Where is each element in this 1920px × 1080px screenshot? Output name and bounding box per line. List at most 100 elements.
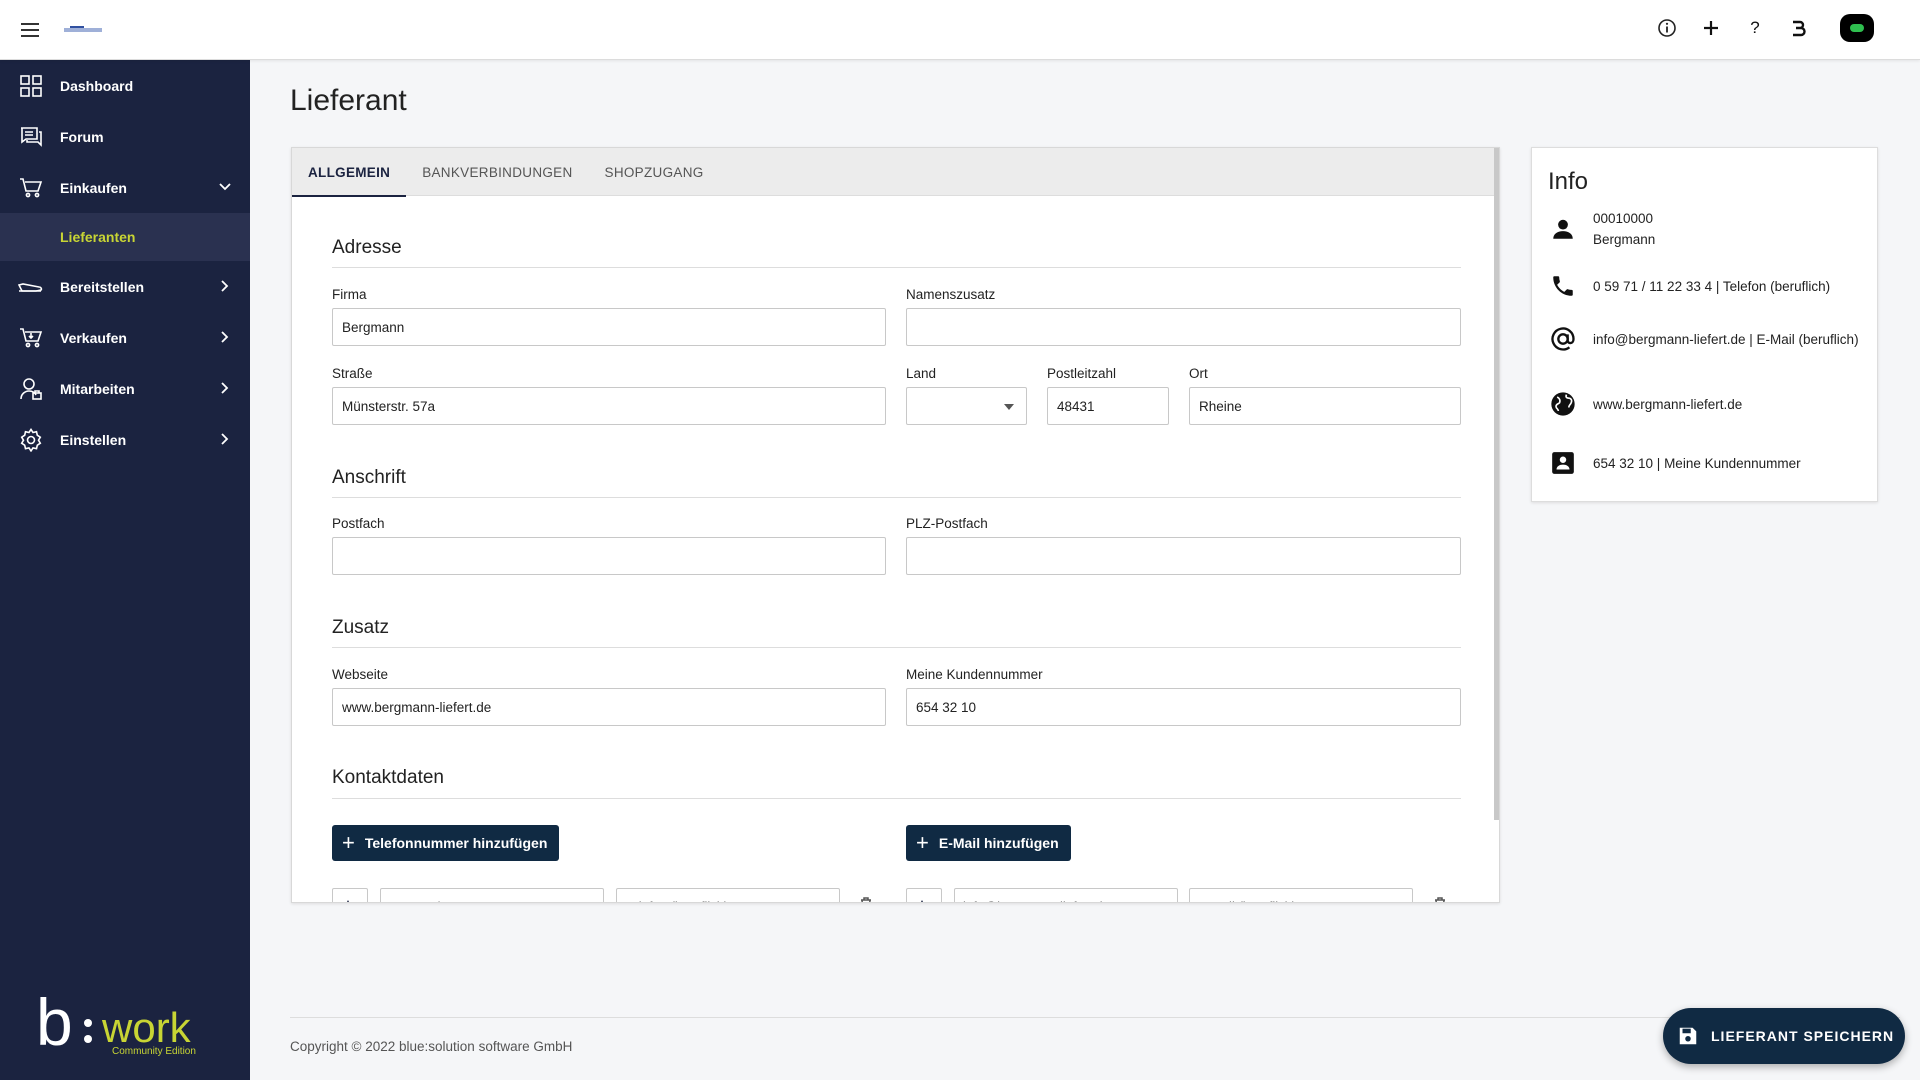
add-email-label: E-Mail hinzufügen [938, 835, 1059, 851]
tab-bar: ALLGEMEIN BANKVERBINDUNGEN SHOPZUGANG [292, 148, 1499, 197]
divider [332, 798, 1461, 799]
copyright: Copyright © 2022 blue:solution software … [290, 1039, 573, 1054]
info-customer-text: 654 32 10 | Meine Kundennummer [1593, 455, 1801, 471]
sidebar: Dashboard Forum Einkaufen Lieferanten Be… [0, 60, 250, 1080]
chevron-down-icon [219, 183, 231, 191]
save-supplier-button[interactable]: LIEFERANT SPEICHERN [1663, 1008, 1905, 1064]
chevron-right-icon [221, 382, 229, 394]
svg-text:work: work [101, 1004, 192, 1051]
namenszusatz-label: Namenszusatz [906, 287, 996, 302]
employee-icon [18, 376, 44, 402]
postfach-label: Postfach [332, 516, 385, 531]
sidebar-item-lieferanten[interactable]: Lieferanten [0, 213, 250, 261]
tab-shopzugang[interactable]: SHOPZUGANG [589, 148, 720, 196]
postleitzahl-label: Postleitzahl [1047, 366, 1117, 381]
email-type-select[interactable]: E-Mail (beruflich) [1189, 888, 1413, 902]
info-title: Info [1548, 168, 1589, 195]
webseite-input[interactable] [332, 688, 886, 726]
scrollbar[interactable] [1494, 148, 1499, 820]
plz-postfach-label: PLZ-Postfach [906, 516, 988, 531]
phone-type-select[interactable]: Telefon (beruflich) [616, 888, 840, 902]
sidebar-item-label: Bereitstellen [60, 278, 145, 295]
phone-primary-star-button[interactable] [332, 888, 368, 902]
divider [332, 267, 1461, 268]
section-title-adresse: Adresse [332, 237, 402, 258]
star-icon [347, 900, 349, 902]
at-sign-icon [1548, 324, 1578, 354]
info-card: Info 00010000 Bergmann 0 59 71 / 11 22 3… [1531, 147, 1878, 502]
sidebar-item-einkaufen[interactable]: Einkaufen [0, 162, 250, 213]
sidebar-item-label: Dashboard [60, 77, 134, 94]
email-address-input[interactable]: info@bergmann-liefert.de [954, 888, 1178, 902]
postfach-input[interactable] [332, 537, 886, 575]
info-row-web: www.bergmann-liefert.de [1548, 389, 1868, 419]
section-title-kontaktdaten: Kontaktdaten [332, 767, 444, 788]
plus-icon: + [916, 830, 929, 855]
info-row-customer: 654 32 10 | Meine Kundennummer [1548, 448, 1868, 478]
sidebar-item-bereitstellen[interactable]: Bereitstellen [0, 261, 250, 312]
page-title: Lieferant [290, 84, 407, 117]
add-phone-button[interactable]: + Telefonnummer hinzufügen [332, 825, 560, 861]
add-phone-label: Telefonnummer hinzufügen [364, 835, 548, 851]
info-phone-text: 0 59 71 / 11 22 33 4 | Telefon (beruflic… [1593, 278, 1831, 294]
land-select[interactable] [906, 387, 1027, 425]
info-icon[interactable] [1656, 17, 1678, 39]
sidebar-item-forum[interactable]: Forum [0, 111, 250, 162]
bwork-brand-logo: b work Community Edition [36, 985, 216, 1059]
sell-cart-icon [18, 325, 44, 351]
phone-number-input[interactable]: 0 59 71 / 11 22 33 4 [380, 888, 604, 902]
tab-allgemein[interactable]: ALLGEMEIN [292, 148, 407, 197]
webseite-label: Webseite [332, 667, 389, 682]
delete-phone-icon[interactable] [858, 896, 874, 902]
section-title-anschrift: Anschrift [332, 467, 406, 488]
info-web-text[interactable]: www.bergmann-liefert.de [1593, 394, 1742, 415]
b-logo-icon[interactable] [1788, 17, 1810, 39]
menu-icon[interactable] [18, 18, 42, 42]
phone-icon [1548, 271, 1578, 301]
info-row-phone: 0 59 71 / 11 22 33 4 | Telefon (beruflic… [1548, 271, 1868, 301]
settings-icon [18, 427, 44, 453]
save-icon [1679, 1027, 1697, 1045]
delete-email-icon[interactable] [1432, 896, 1448, 902]
sidebar-item-mitarbeiten[interactable]: Mitarbeiten [0, 363, 250, 414]
svg-text:b: b [36, 990, 73, 1056]
postleitzahl-input[interactable] [1047, 387, 1169, 425]
plus-icon[interactable] [1700, 17, 1722, 39]
sidebar-item-einstellen[interactable]: Einstellen [0, 414, 250, 465]
kundennummer-input[interactable] [906, 688, 1461, 726]
divider [332, 647, 1461, 648]
sidebar-item-dashboard[interactable]: Dashboard [0, 60, 250, 111]
firma-input[interactable] [332, 308, 886, 346]
plz-postfach-input[interactable] [906, 537, 1461, 575]
add-email-button[interactable]: + E-Mail hinzufügen [906, 825, 1071, 861]
email-primary-star-button[interactable] [906, 888, 942, 902]
sidebar-item-label: Forum [60, 128, 104, 145]
chevron-right-icon [221, 433, 229, 445]
divider [332, 497, 1461, 498]
dashboard-icon [18, 73, 44, 99]
supplier-number: 00010000 [1593, 211, 1654, 226]
strasse-label: Straße [332, 366, 373, 381]
info-row-email: info@bergmann-liefert.de | E-Mail (beruf… [1548, 324, 1868, 354]
land-label: Land [906, 366, 937, 381]
sidebar-item-label: Einstellen [60, 431, 127, 448]
namenszusatz-input[interactable] [906, 308, 1461, 346]
globe-icon [1548, 389, 1578, 419]
strasse-input[interactable] [332, 387, 886, 425]
cart-icon [18, 175, 44, 201]
supplier-form-card: ALLGEMEIN BANKVERBINDUNGEN SHOPZUGANG Ad… [291, 147, 1500, 903]
sidebar-item-verkaufen[interactable]: Verkaufen [0, 312, 250, 363]
forum-icon [18, 124, 44, 150]
delivery-icon [18, 274, 44, 300]
footer-divider [290, 1017, 1900, 1018]
save-supplier-label: LIEFERANT SPEICHERN [1711, 1028, 1895, 1044]
tab-bankverbindungen[interactable]: BANKVERBINDUNGEN [406, 148, 588, 196]
company-logo[interactable] [64, 23, 102, 35]
help-icon[interactable]: ? [1744, 17, 1766, 39]
person-icon [1548, 214, 1578, 244]
ort-input[interactable] [1189, 387, 1461, 425]
avatar[interactable] [1840, 14, 1874, 42]
sidebar-item-label: Mitarbeiten [60, 380, 135, 397]
sidebar-item-label: Einkaufen [60, 179, 127, 196]
firma-label: Firma [332, 287, 367, 302]
